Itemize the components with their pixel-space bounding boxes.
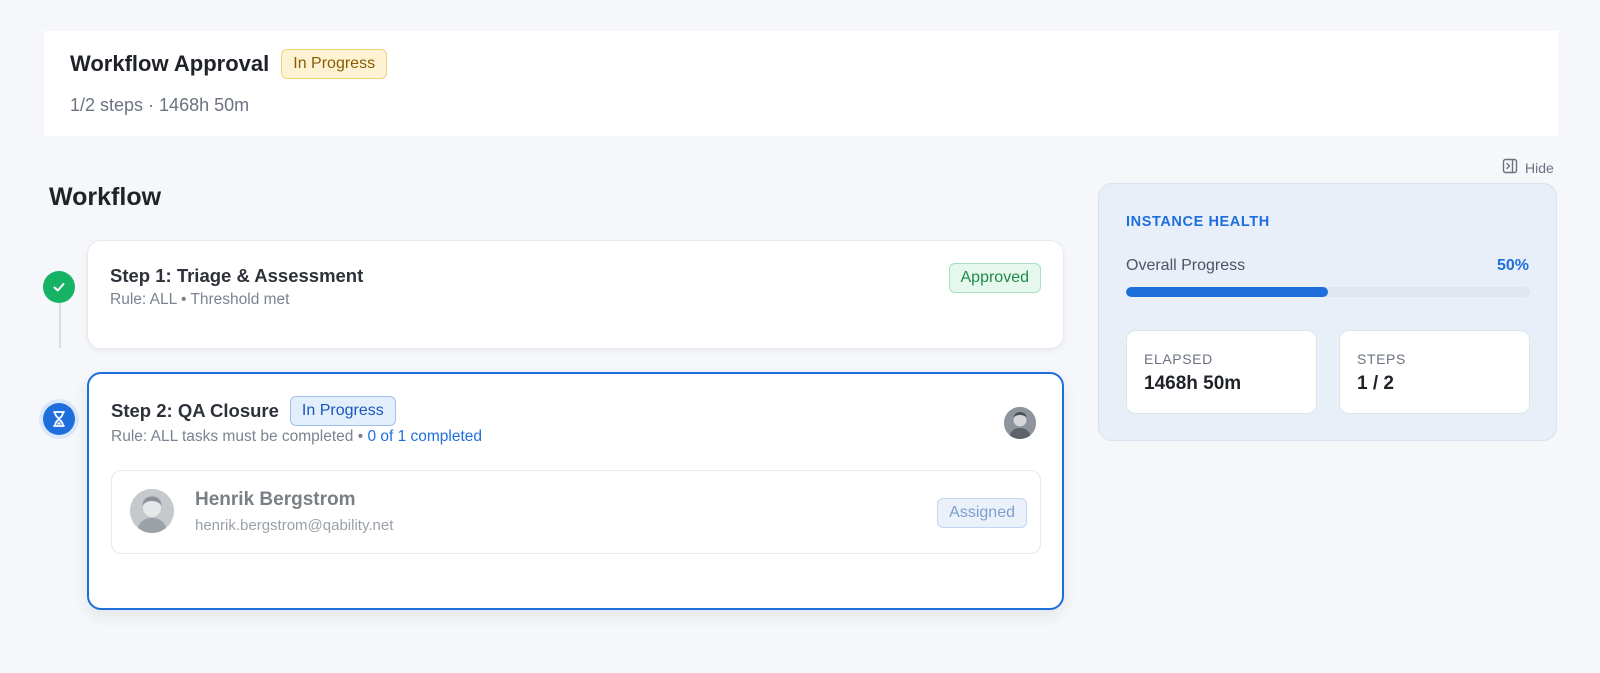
section-title-workflow: Workflow	[49, 183, 162, 211]
step-rule: Rule: ALL • Threshold met	[110, 291, 290, 308]
assigned-badge: Assigned	[937, 498, 1027, 528]
page-title: Workflow Approval	[70, 51, 270, 76]
avatar[interactable]	[1004, 407, 1036, 439]
step-title: Step 1: Triage & Assessment	[110, 265, 364, 286]
rule-text: Rule: ALL tasks must be completed •	[111, 428, 368, 445]
instance-health-panel: INSTANCE HEALTH Overall Progress 50% ELA…	[1098, 183, 1557, 441]
check-icon	[43, 271, 75, 303]
hide-label: Hide	[1525, 159, 1554, 176]
progress-bar-fill	[1126, 287, 1328, 297]
header-title-row: Workflow Approval In Progress	[70, 49, 388, 79]
hide-sidebar-button[interactable]: Hide	[1502, 158, 1554, 177]
approved-badge: Approved	[948, 263, 1041, 293]
rule-progress-link[interactable]: 0 of 1 completed	[367, 428, 482, 445]
step-title: Step 2: QA Closure	[111, 400, 279, 421]
avatar	[130, 489, 174, 533]
progress-value: 50%	[1496, 257, 1529, 274]
step-card-1[interactable]: Step 1: Triage & Assessment Rule: ALL • …	[87, 240, 1064, 349]
stat-value: 1468h 50m	[1144, 373, 1242, 394]
header-subtitle: 1/2 steps · 1468h 50m	[70, 95, 250, 115]
step-title-row: Step 2: QA Closure In Progress	[111, 396, 396, 426]
step-rule: Rule: ALL tasks must be completed • 0 of…	[111, 428, 482, 446]
stat-value: 1 / 2	[1357, 373, 1394, 394]
status-badge: In Progress	[289, 396, 396, 426]
panel-title: INSTANCE HEALTH	[1126, 214, 1270, 230]
steps-stat: STEPS 1 / 2	[1339, 330, 1530, 414]
progress-label: Overall Progress	[1126, 257, 1246, 274]
sidebar-collapse-icon	[1502, 158, 1518, 177]
stat-label: ELAPSED	[1144, 351, 1213, 367]
elapsed-stat: ELAPSED 1468h 50m	[1126, 330, 1317, 414]
stat-label: STEPS	[1357, 351, 1406, 367]
hourglass-icon	[43, 403, 75, 435]
assignee-email: henrik.bergstrom@qability.net	[195, 517, 394, 534]
timeline-connector	[59, 300, 61, 348]
step-card-2[interactable]: Step 2: QA Closure In Progress Rule: ALL…	[87, 372, 1064, 610]
assignee-card[interactable]: Henrik Bergstrom henrik.bergstrom@qabili…	[111, 470, 1041, 554]
progress-bar	[1126, 287, 1530, 297]
status-badge: In Progress	[281, 49, 388, 79]
workflow-header: Workflow Approval In Progress 1/2 steps …	[44, 31, 1558, 136]
assignee-name: Henrik Bergstrom	[195, 489, 356, 510]
